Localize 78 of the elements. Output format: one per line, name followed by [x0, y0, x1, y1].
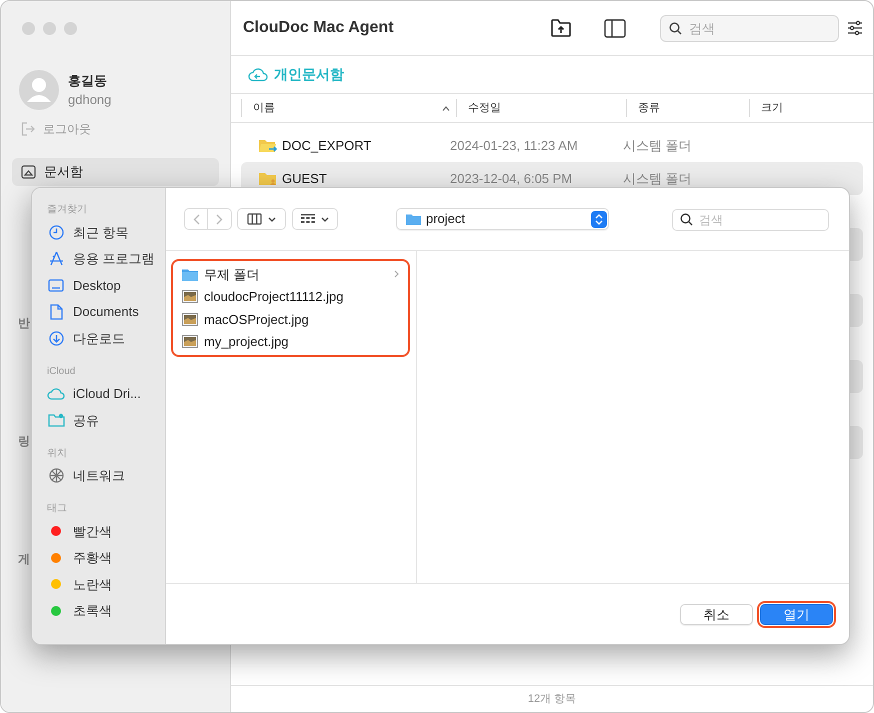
sidebar-item[interactable]: 응용 프로그램: [47, 246, 155, 272]
sidebar-item[interactable]: 빨간색: [47, 518, 112, 544]
cloud-icon: [47, 387, 65, 400]
modified-date: 2024-01-23, 11:23 AM: [450, 136, 579, 155]
file-row[interactable]: DOC_EXPORT 2024-01-23, 11:23 AM 시스템 폴더: [241, 129, 863, 162]
column-header[interactable]: 수정일: [456, 99, 626, 117]
sidebar-item[interactable]: 주황색: [47, 544, 112, 571]
folder-icon: [21, 165, 36, 179]
user-name: 홍길동: [68, 72, 108, 90]
cloud-icon: [248, 67, 268, 82]
download-icon: [48, 330, 64, 346]
folder-icon: [182, 268, 198, 281]
chevron-right-icon: [394, 270, 399, 278]
caret-icon: [268, 216, 276, 222]
app-store-icon: [48, 251, 64, 266]
sidebar-item[interactable]: 네트워크: [47, 462, 125, 489]
document-icon: [50, 304, 62, 320]
sidebar-item[interactable]: 문서함: [12, 158, 219, 186]
view-mode-button[interactable]: [237, 208, 286, 230]
globe-icon: [48, 468, 64, 484]
section-header: 태그: [47, 502, 67, 516]
cancel-button[interactable]: 취소: [680, 604, 753, 624]
folder-icon: [406, 213, 421, 225]
file-item[interactable]: 무제 폴더: [182, 263, 399, 286]
section-header: 위치: [47, 446, 67, 460]
window-title: ClouDoc Mac Agent: [243, 18, 394, 38]
stepper-icon: [591, 210, 607, 228]
search-field[interactable]: 검색: [672, 209, 829, 231]
filter-icon[interactable]: [847, 20, 863, 36]
grid-icon: [301, 214, 315, 224]
modified-date: 2023-12-04, 6:05 PM: [450, 170, 574, 188]
guest-folder-icon: [258, 171, 278, 186]
file-kind: 시스템 폴더: [623, 136, 692, 155]
sidebar-item[interactable]: iCloud Dri...: [47, 380, 141, 407]
search-field[interactable]: 검색: [660, 14, 839, 42]
status-text: 12개 항목: [528, 692, 576, 707]
column-header[interactable]: 이름: [241, 99, 456, 117]
sidebar-toggle-icon[interactable]: [604, 18, 626, 38]
sidebar-item[interactable]: 공유: [47, 407, 99, 434]
column-header[interactable]: 종류: [626, 99, 749, 117]
file-item[interactable]: my_project.jpg: [182, 330, 399, 353]
columns-icon: [247, 213, 262, 225]
section-header: 반: [18, 315, 30, 332]
location-dropdown[interactable]: project: [396, 208, 609, 230]
file-name: GUEST: [282, 170, 327, 188]
sidebar-item[interactable]: 다운로드: [47, 325, 125, 352]
sidebar-item[interactable]: 최근 항목: [47, 219, 129, 246]
clock-icon: [48, 224, 64, 240]
export-folder-icon: [258, 138, 278, 153]
search-icon: [669, 22, 682, 34]
section-header: 즐겨찾기: [47, 203, 87, 217]
user-id: gdhong: [68, 91, 112, 109]
caret-icon: [321, 216, 329, 222]
image-file-icon: [182, 290, 198, 304]
chevron-left-icon: [192, 214, 200, 224]
shared-folder-icon: [48, 413, 64, 428]
file-item[interactable]: macOSProject.jpg: [182, 308, 399, 330]
search-icon: [680, 212, 693, 226]
sidebar-item[interactable]: Desktop: [47, 272, 121, 298]
sidebar-item[interactable]: 초록색: [47, 598, 112, 624]
image-file-icon: [182, 335, 198, 348]
sort-caret-icon: [442, 106, 450, 110]
sidebar-item[interactable]: Documents: [47, 298, 139, 325]
column-header[interactable]: 크기: [749, 99, 873, 117]
section-header: 게: [18, 551, 30, 568]
chevron-right-icon: [216, 214, 223, 224]
image-file-icon: [182, 312, 198, 326]
avatar-icon: [19, 70, 59, 110]
upload-folder-icon[interactable]: [550, 18, 572, 38]
sidebar-item[interactable]: 노란색: [47, 571, 112, 598]
file-name: DOC_EXPORT: [282, 136, 372, 155]
logout-icon: [21, 122, 35, 136]
file-kind: 시스템 폴더: [623, 170, 692, 188]
section-header: iCloud: [47, 364, 76, 378]
section-header: 링: [18, 433, 30, 450]
file-item[interactable]: cloudocProject11112.jpg: [182, 286, 399, 308]
group-button[interactable]: [292, 208, 338, 230]
desktop-icon: [48, 278, 64, 292]
